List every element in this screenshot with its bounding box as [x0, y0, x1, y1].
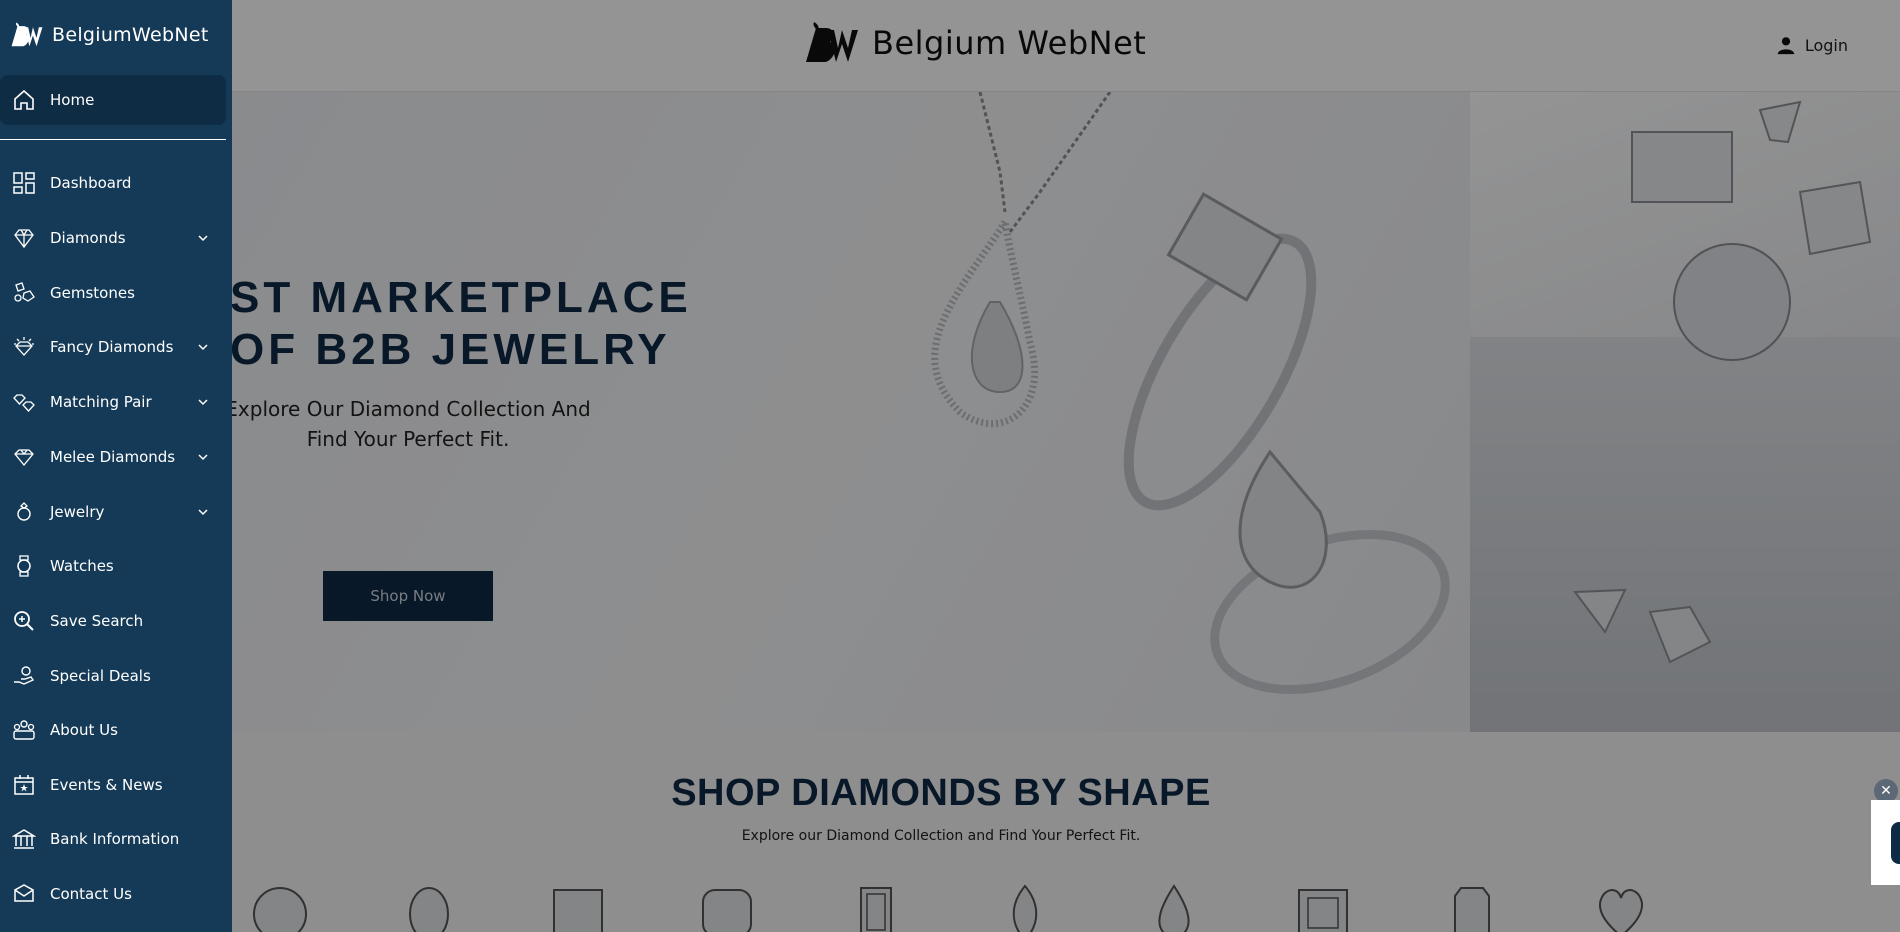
sidebar-item-watches[interactable]: Watches	[0, 541, 226, 591]
sidebar-menu: BelgiumWebNet Home Dashboard Diamonds Ge…	[0, 0, 232, 932]
sidebar-item-dashboard[interactable]: Dashboard	[0, 158, 226, 208]
sidebar-item-special-deals[interactable]: Special Deals	[0, 651, 226, 701]
sidebar-item-label: Diamonds	[50, 229, 126, 247]
dashboard-icon	[12, 171, 36, 195]
events-icon	[12, 773, 36, 797]
bank-icon	[11, 827, 37, 851]
sidebar-item-label: Contact Us	[50, 885, 132, 903]
chevron-down-icon	[198, 235, 208, 242]
sidebar-item-diamonds[interactable]: Diamonds	[0, 213, 226, 263]
save-search-icon	[12, 609, 36, 633]
sidebar-item-bank-information[interactable]: Bank Information	[0, 814, 226, 864]
chevron-down-icon	[198, 399, 208, 406]
sidebar-item-melee-diamonds[interactable]: Melee Diamonds	[0, 432, 226, 482]
sidebar-item-label: Home	[50, 91, 95, 109]
overlay-backdrop[interactable]	[0, 0, 1900, 932]
sidebar-item-events-news[interactable]: Events & News	[0, 760, 226, 810]
sidebar-item-label: Events & News	[50, 776, 163, 794]
sidebar-item-label: Save Search	[50, 612, 144, 630]
chevron-down-icon	[198, 509, 208, 516]
sidebar-item-label: Special Deals	[50, 667, 151, 685]
sidebar-item-label: Fancy Diamonds	[50, 338, 174, 356]
gemstone-icon	[12, 281, 36, 305]
sidebar-item-about-us[interactable]: About Us	[0, 705, 226, 755]
watch-icon	[12, 554, 36, 578]
melee-diamond-icon	[12, 445, 36, 469]
chevron-down-icon	[198, 454, 208, 461]
sidebar-item-save-search[interactable]: Save Search	[0, 596, 226, 646]
sidebar-item-label: Bank Information	[50, 830, 180, 848]
sidebar-divider	[0, 139, 226, 140]
sidebar-item-label: Jewelry	[50, 503, 105, 521]
sidebar-item-label: Matching Pair	[50, 393, 152, 411]
chat-widget[interactable]	[1871, 800, 1900, 885]
bw-logo-icon	[11, 22, 43, 47]
sidebar-item-jewelry[interactable]: Jewelry	[0, 487, 226, 537]
about-us-icon	[12, 718, 36, 742]
special-deals-icon	[12, 664, 36, 688]
sidebar-item-gemstones[interactable]: Gemstones	[0, 268, 226, 318]
sidebar-item-label: Melee Diamonds	[50, 448, 176, 466]
sidebar-logo[interactable]: BelgiumWebNet	[8, 20, 209, 50]
sidebar-item-label: About Us	[50, 721, 118, 739]
fancy-diamond-icon	[12, 335, 36, 359]
jewelry-icon	[12, 500, 36, 524]
sidebar-item-contact-us[interactable]: Contact Us	[0, 869, 226, 919]
sidebar-item-matching-pair[interactable]: Matching Pair	[0, 377, 226, 427]
sidebar-item-fancy-diamonds[interactable]: Fancy Diamonds	[0, 322, 226, 372]
matching-pair-icon	[12, 390, 36, 414]
sidebar-item-label: Gemstones	[50, 284, 135, 302]
diamond-icon	[12, 226, 36, 250]
chevron-down-icon	[198, 344, 208, 351]
sidebar-item-label: Watches	[50, 557, 114, 575]
sidebar-item-home[interactable]: Home	[0, 75, 226, 125]
sidebar-item-label: Dashboard	[50, 174, 132, 192]
home-icon	[12, 88, 36, 112]
chat-launcher[interactable]	[1891, 822, 1900, 864]
sidebar-brand-name: BelgiumWebNet	[52, 24, 209, 46]
contact-icon	[12, 882, 36, 906]
